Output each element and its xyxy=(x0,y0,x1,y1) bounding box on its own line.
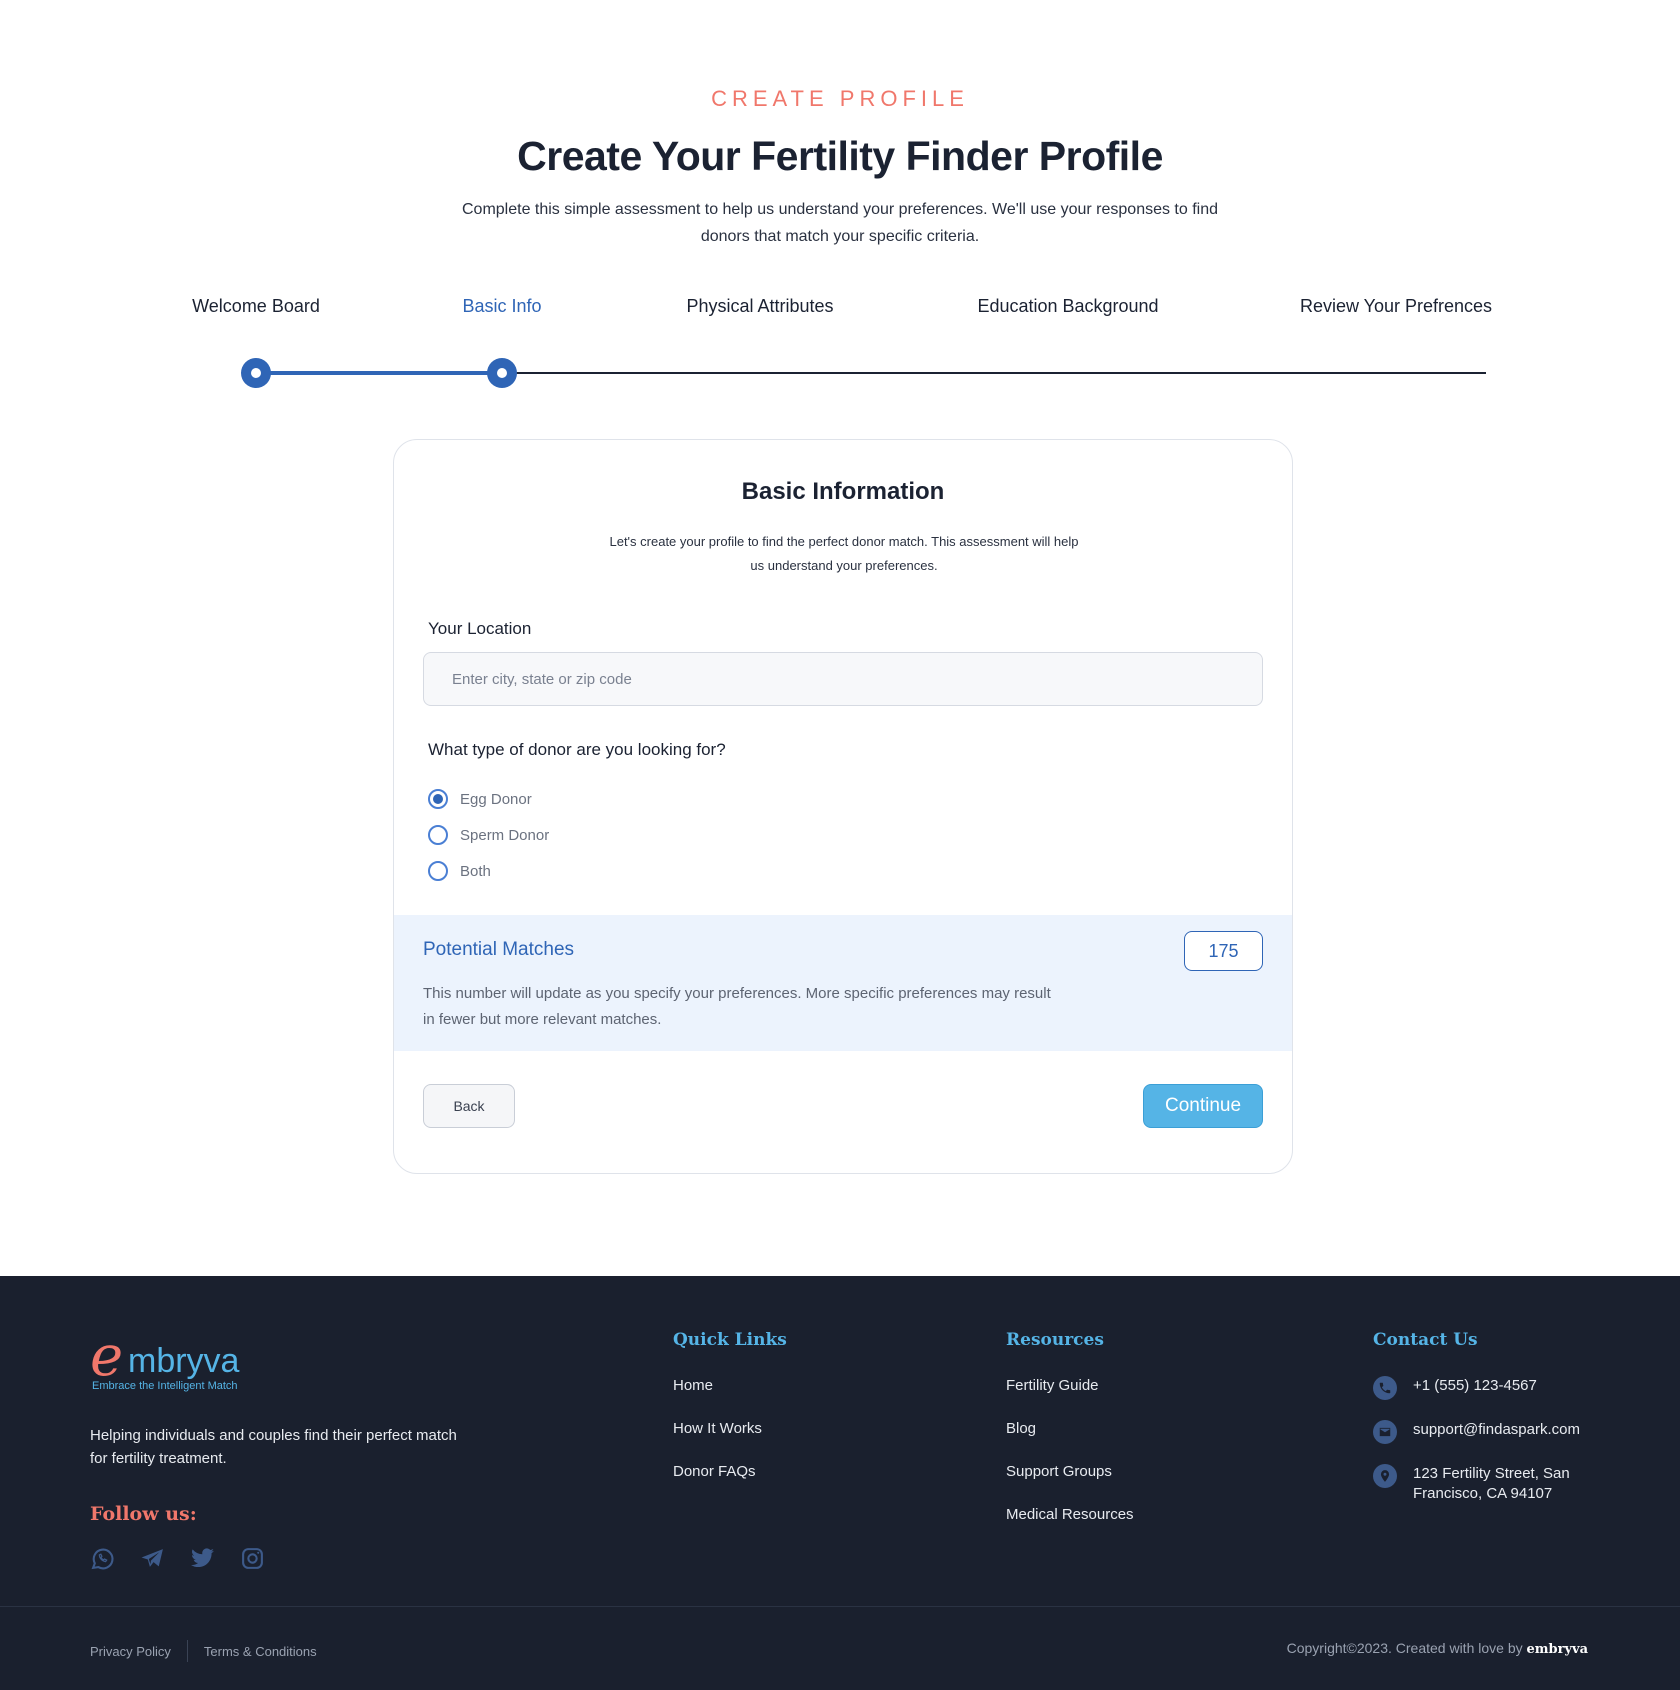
quick-links-list: Home How It Works Donor FAQs xyxy=(673,1376,762,1505)
potential-matches-count: 175 xyxy=(1184,931,1263,971)
telegram-icon[interactable] xyxy=(140,1546,165,1571)
footer-link-donor-faqs[interactable]: Donor FAQs xyxy=(673,1462,762,1505)
radio-label-sperm-donor: Sperm Donor xyxy=(460,826,550,844)
quick-links-title: Quick Links xyxy=(673,1330,787,1350)
phone-icon xyxy=(1373,1376,1397,1400)
footer-link-blog[interactable]: Blog xyxy=(1006,1419,1134,1462)
donor-type-question: What type of donor are you looking for? xyxy=(428,740,726,759)
potential-matches-description: This number will update as you specify y… xyxy=(423,985,1051,1028)
main-content: CREATE PROFILE Create Your Fertility Fin… xyxy=(0,0,1680,1276)
contact-address[interactable]: 123 Fertility Street, San Francisco, CA … xyxy=(1373,1464,1613,1504)
basic-info-card: Basic Information Let's create your prof… xyxy=(393,439,1293,1174)
location-pin-icon xyxy=(1373,1464,1397,1488)
radio-button[interactable] xyxy=(428,825,448,845)
footer-link-fertility-guide[interactable]: Fertility Guide xyxy=(1006,1376,1134,1419)
footer-about: Helping individuals and couples find the… xyxy=(90,1427,457,1467)
copyright: Copyright©2023. Created with love by emb… xyxy=(1287,1640,1588,1657)
back-button[interactable]: Back xyxy=(423,1084,515,1128)
step-education-background[interactable]: Education Background xyxy=(977,296,1158,317)
legal-separator xyxy=(186,1640,188,1662)
site-footer: e mbryva Embrace the Intelligent Match H… xyxy=(0,1276,1680,1690)
terms-conditions-link[interactable]: Terms & Conditions xyxy=(204,1644,317,1659)
footer-link-medical-resources[interactable]: Medical Resources xyxy=(1006,1505,1134,1548)
step-welcome-board[interactable]: Welcome Board xyxy=(192,296,320,317)
mail-icon xyxy=(1373,1420,1397,1444)
card-title: Basic Information xyxy=(741,478,945,505)
footer-link-how-it-works[interactable]: How It Works xyxy=(673,1419,762,1462)
footer-link-home[interactable]: Home xyxy=(673,1376,762,1419)
step-node-welcome-board xyxy=(241,358,271,388)
step-physical-attributes[interactable]: Physical Attributes xyxy=(686,296,833,317)
copyright-brand: embryva xyxy=(1526,1642,1589,1657)
contact-phone[interactable]: +1 (555) 123-4567 xyxy=(1373,1376,1613,1400)
page-title: Create Your Fertility Finder Profile xyxy=(517,133,1163,179)
radio-egg-donor[interactable]: Egg Donor xyxy=(428,788,532,810)
page-subtitle: Complete this simple assessment to help … xyxy=(461,201,1219,245)
radio-sperm-donor[interactable]: Sperm Donor xyxy=(428,824,549,846)
contact-phone-text: +1 (555) 123-4567 xyxy=(1413,1377,1537,1394)
potential-matches-title: Potential Matches xyxy=(423,939,575,960)
logo-wordmark: mbryva xyxy=(128,1342,240,1380)
logo-tagline: Embrace the Intelligent Match xyxy=(92,1380,238,1392)
step-review-preferences[interactable]: Review Your Prefrences xyxy=(1300,296,1492,317)
whatsapp-icon[interactable] xyxy=(90,1546,115,1571)
page-eyebrow: CREATE PROFILE xyxy=(711,86,969,111)
potential-matches-panel: Potential Matches 175 This number will u… xyxy=(394,915,1292,1051)
social-links xyxy=(90,1546,265,1571)
step-node-basic-info xyxy=(487,358,517,388)
contact-address-text: 123 Fertility Street, San Francisco, CA … xyxy=(1413,1465,1570,1502)
contact-email[interactable]: support@findaspark.com xyxy=(1373,1420,1613,1444)
legal-links: Privacy Policy Terms & Conditions xyxy=(90,1640,317,1662)
location-input[interactable] xyxy=(423,652,1263,706)
follow-us-label: Follow us: xyxy=(90,1503,197,1525)
footer-link-support-groups[interactable]: Support Groups xyxy=(1006,1462,1134,1505)
instagram-icon[interactable] xyxy=(240,1546,265,1571)
privacy-policy-link[interactable]: Privacy Policy xyxy=(90,1644,171,1659)
copyright-text: Copyright©2023. Created with love by xyxy=(1286,1640,1527,1656)
resources-title: Resources xyxy=(1006,1330,1104,1350)
radio-button[interactable] xyxy=(428,861,448,881)
card-description: Let's create your profile to find the pe… xyxy=(609,534,1079,573)
location-label: Your Location xyxy=(428,619,532,638)
radio-both[interactable]: Both xyxy=(428,860,491,882)
contact-us-title: Contact Us xyxy=(1373,1330,1478,1350)
radio-label-both: Both xyxy=(460,862,491,880)
twitter-icon[interactable] xyxy=(190,1546,215,1571)
resources-list: Fertility Guide Blog Support Groups Medi… xyxy=(1006,1376,1134,1548)
continue-button[interactable]: Continue xyxy=(1143,1084,1263,1128)
radio-label-egg-donor: Egg Donor xyxy=(460,790,532,808)
stepper-progress xyxy=(256,371,502,375)
embryva-logo[interactable]: e mbryva Embrace the Intelligent Match xyxy=(90,1324,260,1394)
footer-divider xyxy=(0,1606,1680,1607)
contact-email-text: support@findaspark.com xyxy=(1413,1421,1580,1438)
step-basic-info[interactable]: Basic Info xyxy=(462,296,541,317)
radio-button-checked[interactable] xyxy=(428,789,448,809)
